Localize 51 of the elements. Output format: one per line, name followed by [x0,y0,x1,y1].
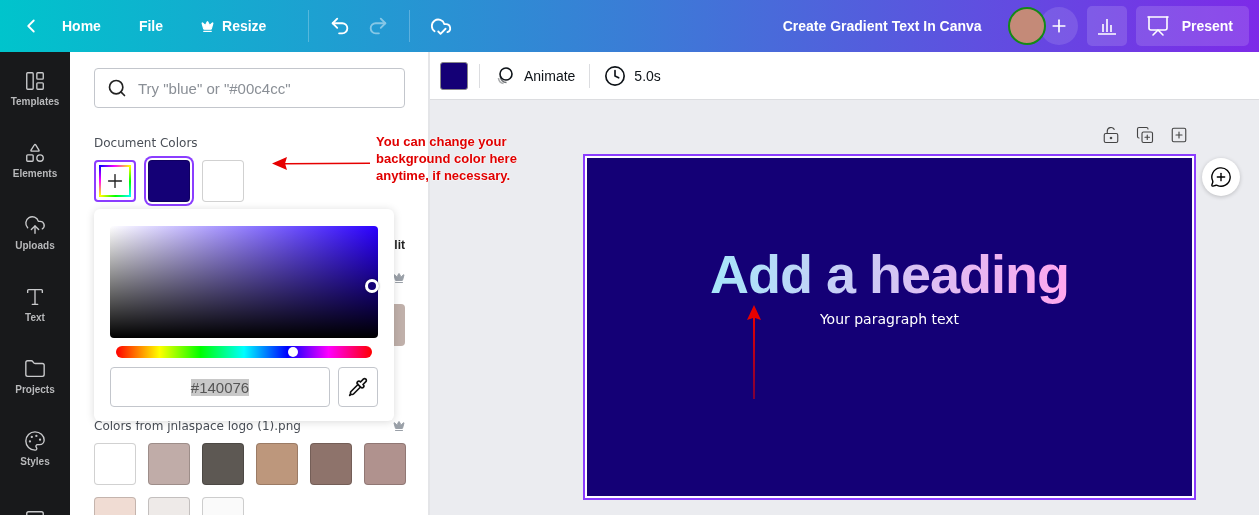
folder-icon [24,357,46,380]
avatar[interactable] [1007,7,1046,45]
rail-item[interactable]: Uploads [0,196,70,268]
palette-icon [24,429,46,452]
add-color-button[interactable] [94,160,136,202]
section-title: Colors from jnlaspace logo (1).png [94,419,301,433]
duration-button[interactable]: 5.0s [596,60,669,91]
shapes-icon [24,141,46,164]
color-swatch[interactable] [94,443,136,485]
rail-item[interactable]: Projects [0,340,70,412]
duplicate-icon[interactable] [1136,126,1154,144]
color-swatch[interactable] [256,443,298,485]
search-icon [107,78,127,98]
bar-chart-icon [1096,17,1117,35]
add-page-icon[interactable] [1170,126,1188,144]
color-button[interactable] [440,61,468,90]
crown-icon [201,19,215,33]
clock-icon [604,64,627,87]
picker-handle[interactable] [365,279,379,293]
unlock-icon[interactable] [1102,126,1120,144]
comment-button[interactable] [1202,158,1240,196]
section-title: Document Colors [94,136,198,150]
templates-icon [24,69,46,92]
annotation-text: You can change your background color here anytime, if necessary. [376,133,518,184]
color-swatch[interactable] [202,160,244,202]
hex-input-field[interactable]: #140076 [110,367,330,407]
present-button[interactable]: Present [1135,6,1249,46]
link[interactable]: lit [394,238,405,252]
rail-item[interactable]: Styles [0,412,70,484]
rail-item[interactable]: Templates [0,52,70,124]
color-swatch[interactable] [364,443,406,485]
color-swatch[interactable] [148,443,190,485]
cloud-upload-icon [24,213,46,236]
rail-item[interactable]: Text [0,268,70,340]
presentation-icon [1145,14,1170,38]
search-field[interactable]: Try "blue" or "#00c4cc" [94,68,405,108]
document-title: Create Gradient Text In Canva [782,18,982,34]
rail-item[interactable]: Elements [0,124,70,196]
paragraph-text: Your paragraph text [819,311,960,327]
hue-thumb[interactable] [287,347,298,357]
saturation-area[interactable] [110,226,378,338]
color-swatch[interactable] [202,443,244,485]
color-swatch[interactable] [310,443,352,485]
comment-plus-icon [1210,166,1232,188]
crown-icon [393,420,405,432]
stats-button[interactable] [1086,6,1127,46]
eyedropper-icon [348,377,368,397]
hue-slider[interactable] [116,346,372,358]
animate-button[interactable]: Animate [486,60,584,91]
crown-icon [393,272,405,284]
eyedropper-button[interactable] [338,367,378,407]
